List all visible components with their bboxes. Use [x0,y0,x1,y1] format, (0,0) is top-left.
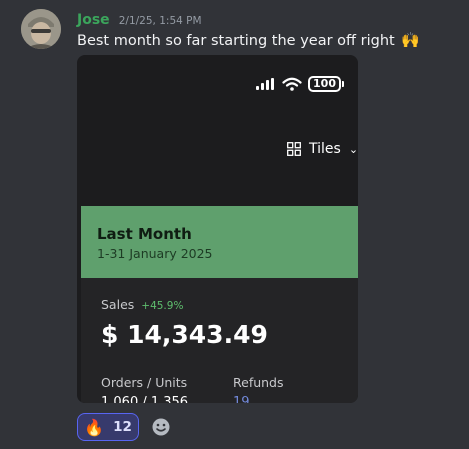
add-reaction-button[interactable] [147,413,175,441]
avatar[interactable] [21,9,61,49]
view-toggle[interactable]: Tiles ⌄ [287,141,358,157]
message-content: Best month so far starting the year off … [77,31,420,49]
view-toggle-label: Tiles [309,141,341,157]
timestamp: 2/1/25, 1:54 PM [118,15,202,27]
chevron-down-icon: ⌄ [348,142,358,156]
message-text: Best month so far starting the year off … [77,33,395,49]
fire-emoji: 🔥 [84,417,105,437]
sales-change: +45.9% [141,300,184,312]
add-reaction-icon [152,418,170,436]
period-banner: Last Month 1-31 January 2025 [81,206,358,278]
reaction-count: 12 [113,419,132,435]
orders-label: Orders / Units [101,375,188,390]
username[interactable]: Jose [77,12,110,28]
stats-panel: Sales +45.9% $ 14,343.49 Orders / Units … [81,278,358,403]
period-dates: 1-31 January 2025 [97,246,213,261]
refunds-value: 19 [233,395,250,403]
wifi-icon [282,77,302,91]
raising-hands-emoji: 🙌 [401,31,420,49]
cellular-signal-icon [256,78,275,90]
sales-label: Sales [101,297,135,312]
message-header: Jose 2/1/25, 1:54 PM [77,9,202,28]
battery-icon: 100 [308,76,341,92]
refunds-label: Refunds [233,375,284,390]
period-title: Last Month [97,225,192,243]
sales-label-row: Sales +45.9% [101,297,183,312]
orders-value: 1,060 / 1,356 [101,395,189,403]
status-bar: 100 [256,76,344,92]
image-attachment[interactable]: 100 Tiles ⌄ Last Month 1-31 January 2025… [77,55,358,403]
reaction-fire[interactable]: 🔥 12 [77,413,139,441]
grid-icon [287,142,301,156]
battery-tip [342,81,344,87]
sales-value: $ 14,343.49 [101,320,268,349]
